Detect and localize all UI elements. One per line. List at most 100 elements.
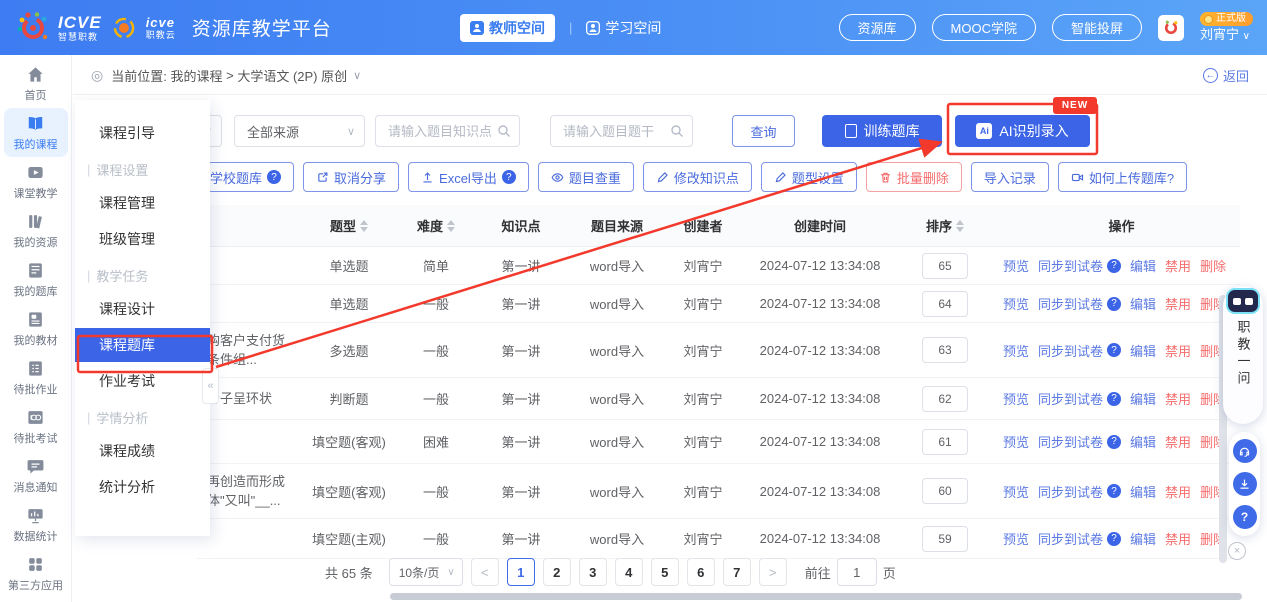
ai-recognition-button[interactable]: Ai AI识别录入: [955, 115, 1090, 147]
sync-link[interactable]: 同步到试卷: [1038, 482, 1103, 501]
preview-link[interactable]: 预览: [1003, 341, 1029, 360]
edit-link[interactable]: 编辑: [1130, 294, 1156, 313]
disable-link[interactable]: 禁用: [1165, 294, 1191, 313]
rail-item-pending-exams[interactable]: 待批考试: [4, 402, 68, 451]
how-upload-button[interactable]: 如何上传题库?: [1057, 162, 1188, 192]
next-page-button[interactable]: >: [758, 558, 787, 586]
customer-service-button[interactable]: [1232, 439, 1257, 463]
header-difficulty[interactable]: 难度: [397, 216, 475, 235]
edit-link[interactable]: 编辑: [1130, 529, 1156, 548]
import-record-button[interactable]: 导入记录: [970, 162, 1049, 192]
resource-lib-button[interactable]: 资源库: [838, 14, 916, 41]
rail-item-my-resources[interactable]: 我的资源: [4, 206, 68, 255]
order-input[interactable]: [922, 525, 968, 552]
query-button[interactable]: 查询: [732, 115, 795, 147]
sort-icon[interactable]: [447, 219, 455, 232]
edit-knowledge-button[interactable]: 修改知识点: [642, 162, 752, 192]
sync-link[interactable]: 同步到试卷: [1038, 389, 1103, 408]
help-icon[interactable]: ?: [1107, 258, 1122, 273]
help-button[interactable]: ?: [1232, 505, 1257, 529]
help-icon[interactable]: ?: [1107, 434, 1122, 449]
train-bank-button[interactable]: 训练题库: [822, 115, 942, 147]
rail-item-textbooks[interactable]: 我的教材: [4, 304, 68, 353]
sort-icon[interactable]: [360, 219, 368, 232]
mooc-button[interactable]: MOOC学院: [931, 14, 1036, 41]
breadcrumb-current[interactable]: 大学语文 (2P) 原创: [237, 66, 347, 85]
preview-link[interactable]: 预览: [1003, 529, 1029, 548]
sync-link[interactable]: 同步到试卷: [1038, 256, 1103, 275]
submenu-course-design[interactable]: 课程设计: [75, 292, 210, 326]
sync-link[interactable]: 同步到试卷: [1038, 341, 1103, 360]
order-input[interactable]: [922, 337, 968, 363]
help-icon[interactable]: ?: [1107, 391, 1122, 406]
rail-item-my-courses[interactable]: 我的课程: [3, 108, 68, 157]
type-settings-button[interactable]: 题型设置: [760, 162, 857, 192]
sort-icon[interactable]: [956, 219, 964, 232]
preview-link[interactable]: 预览: [1003, 294, 1029, 313]
order-input[interactable]: [922, 290, 968, 317]
breadcrumb-parent[interactable]: 我的课程: [170, 66, 222, 85]
order-input[interactable]: [922, 252, 968, 279]
disable-link[interactable]: 禁用: [1165, 341, 1191, 360]
teacher-space-tab[interactable]: 教师空间: [460, 13, 555, 42]
page-button-1[interactable]: 1: [506, 558, 535, 586]
help-icon[interactable]: ?: [1107, 296, 1122, 311]
app-launcher-icon[interactable]: [1158, 14, 1184, 41]
page-button-6[interactable]: 6: [686, 558, 715, 586]
page-button-3[interactable]: 3: [578, 558, 607, 586]
edit-link[interactable]: 编辑: [1130, 432, 1156, 451]
help-icon[interactable]: ?: [1107, 484, 1122, 498]
cancel-share-button[interactable]: 取消分享: [303, 162, 400, 192]
disable-link[interactable]: 禁用: [1165, 389, 1191, 408]
disable-link[interactable]: 禁用: [1165, 256, 1191, 275]
delete-link[interactable]: 删除: [1200, 256, 1226, 275]
source-select[interactable]: 全部来源 ∨: [234, 115, 365, 147]
help-icon[interactable]: ?: [1107, 343, 1122, 357]
dup-check-button[interactable]: 题目查重: [537, 162, 634, 192]
submenu-homework-exam[interactable]: 作业考试: [75, 364, 210, 398]
page-button-4[interactable]: 4: [614, 558, 643, 586]
rail-item-notifications[interactable]: 消息通知: [4, 451, 68, 500]
rail-item-pending-homework[interactable]: 待批作业: [4, 353, 68, 402]
rail-item-statistics[interactable]: 数据统计: [4, 500, 68, 549]
sync-link[interactable]: 同步到试卷: [1038, 529, 1103, 548]
page-button-7[interactable]: 7: [722, 558, 751, 586]
batch-delete-button[interactable]: 批量删除: [865, 162, 962, 192]
edit-link[interactable]: 编辑: [1130, 341, 1156, 360]
page-size-select[interactable]: 10条/页 ∨: [388, 558, 463, 586]
rail-item-third-party[interactable]: 第三方应用: [4, 549, 68, 598]
course-switch-caret-icon[interactable]: ∨: [353, 69, 361, 82]
disable-link[interactable]: 禁用: [1165, 432, 1191, 451]
submenu-statistical-analysis[interactable]: 统计分析: [75, 470, 210, 504]
submenu-course-question-bank[interactable]: 课程题库: [75, 328, 210, 362]
school-bank-button[interactable]: 学校题库?: [197, 162, 295, 192]
page-button-2[interactable]: 2: [542, 558, 571, 586]
preview-link[interactable]: 预览: [1003, 432, 1029, 451]
order-input[interactable]: [922, 385, 968, 412]
help-icon[interactable]: ?: [1107, 531, 1122, 546]
assistant-tab[interactable]: 职教一问: [1223, 286, 1263, 424]
preview-link[interactable]: 预览: [1003, 389, 1029, 408]
preview-link[interactable]: 预览: [1003, 256, 1029, 275]
edit-link[interactable]: 编辑: [1130, 389, 1156, 408]
edit-link[interactable]: 编辑: [1130, 482, 1156, 501]
submenu-course-grades[interactable]: 课程成绩: [75, 434, 210, 468]
header-order[interactable]: 排序: [901, 216, 989, 235]
back-button[interactable]: ← 返回: [1202, 66, 1249, 85]
order-input[interactable]: [922, 478, 968, 504]
submenu-class-management[interactable]: 班级管理: [75, 222, 210, 256]
goto-page-input[interactable]: [836, 558, 877, 586]
preview-link[interactable]: 预览: [1003, 482, 1029, 501]
close-assistant-icon[interactable]: ×: [1228, 542, 1246, 560]
rail-item-question-bank[interactable]: 我的题库: [4, 255, 68, 304]
page-button-5[interactable]: 5: [650, 558, 679, 586]
submenu-course-management[interactable]: 课程管理: [75, 186, 210, 220]
sync-link[interactable]: 同步到试卷: [1038, 294, 1103, 313]
order-input[interactable]: [922, 428, 968, 455]
rail-item-home[interactable]: 首页: [4, 59, 68, 108]
user-menu[interactable]: 正式版 刘宵宁 ∨: [1200, 12, 1253, 42]
rail-item-classroom[interactable]: 课堂教学: [4, 157, 68, 206]
student-space-tab[interactable]: 学习空间: [586, 18, 661, 38]
download-button[interactable]: [1232, 472, 1257, 496]
edit-link[interactable]: 编辑: [1130, 256, 1156, 275]
